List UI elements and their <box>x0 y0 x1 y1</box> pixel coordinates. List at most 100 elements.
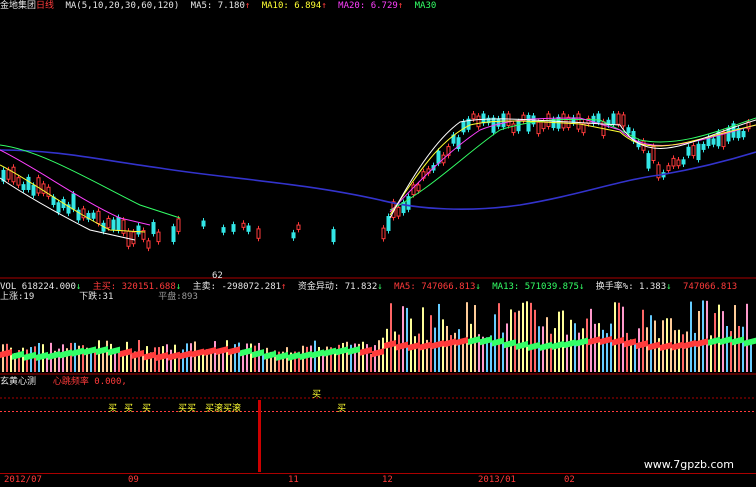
indicator-dot <box>84 411 86 412</box>
indicator-dot <box>412 411 414 412</box>
indicator-dot <box>664 411 666 412</box>
indicator-dot <box>36 411 38 412</box>
candle-body <box>11 166 16 183</box>
candle-body <box>176 218 181 232</box>
candle-body <box>711 138 716 145</box>
axis-label: 02 <box>564 475 575 485</box>
indicator-dot <box>276 411 278 412</box>
volume-bar <box>602 329 604 372</box>
indicator-dot <box>172 411 174 412</box>
volume-bar <box>374 345 376 372</box>
indicator-dot <box>396 411 398 412</box>
indicator-dot <box>96 411 98 412</box>
indicator-dot <box>120 411 122 412</box>
indicator-dot <box>196 411 198 412</box>
indicator-dot <box>500 411 502 412</box>
volume-bar <box>34 346 36 372</box>
volume-bar <box>70 342 72 372</box>
fund-value: 71.832 <box>344 282 378 292</box>
indicator-dot <box>160 411 162 412</box>
arrow-down-icon: ↓ <box>75 282 82 292</box>
indicator-param-label: 心跳频率 <box>52 377 89 387</box>
indicator-dot <box>444 411 446 412</box>
arrow-down-icon: ↓ <box>666 282 672 292</box>
volume-bar <box>422 307 424 372</box>
volume-bar <box>438 303 440 372</box>
indicator-dot <box>620 411 622 412</box>
candle-body <box>131 231 136 245</box>
up-value: 19 <box>23 292 35 302</box>
indicator-dot <box>164 411 166 412</box>
indicator-name[interactable]: 玄黄心测 <box>0 377 36 387</box>
indicator-dot <box>544 411 546 412</box>
indicator-dot <box>468 411 470 412</box>
volume-bar <box>726 326 728 372</box>
indicator-dot <box>636 411 638 412</box>
indicator-dot <box>88 411 90 412</box>
indicator-dot <box>384 411 386 412</box>
candle-body <box>576 113 581 130</box>
volume-bar <box>266 347 268 372</box>
indicator-dot <box>568 411 570 412</box>
price-low-label: 62 <box>212 271 223 281</box>
axis-label: 2012/07 <box>4 475 42 485</box>
indicator-dot <box>708 411 710 412</box>
indicator-header: 玄黄心测 心跳频率 0.000, <box>0 377 127 388</box>
candle-body <box>671 157 676 167</box>
candle-body <box>106 217 111 229</box>
time-axis: 2012/07 09 11 12 2013/01 02 <box>0 473 756 487</box>
volume-bar <box>638 328 640 372</box>
indicator-dot <box>688 411 690 412</box>
up-label: 上涨: <box>0 292 24 302</box>
vol-ma13-value: 571039.875 <box>524 282 579 292</box>
indicator-dot <box>748 411 750 412</box>
indicator-dot <box>428 411 430 412</box>
arrow-down-icon: ↓ <box>175 282 182 292</box>
indicator-dot <box>476 411 478 412</box>
indicator-dot <box>484 411 486 412</box>
indicator-dot <box>392 411 394 412</box>
buy-signal-cluster: 买买 <box>178 404 197 414</box>
indicator-dot <box>400 411 402 412</box>
volume-bar <box>586 318 588 372</box>
indicator-dot <box>424 411 426 412</box>
indicator-dot <box>388 411 390 412</box>
volume-bar <box>118 352 120 372</box>
volume-bar <box>534 309 536 372</box>
indicator-dot <box>296 411 298 412</box>
candle-body <box>506 113 511 127</box>
indicator-dot <box>408 411 410 412</box>
volume-bar <box>530 302 532 372</box>
indicator-dot <box>480 411 482 412</box>
indicator-dot <box>100 411 102 412</box>
candle-body <box>246 225 251 232</box>
volume-bar <box>110 343 112 372</box>
indicator-dot <box>656 411 658 412</box>
arrow-down-icon: ↓ <box>475 282 481 292</box>
indicator-dot <box>612 411 614 412</box>
volume-bar <box>362 341 364 372</box>
volume-bar <box>186 343 188 372</box>
fund-label: 资金异动: <box>297 282 340 292</box>
volume-bar <box>626 332 628 372</box>
indicator-dot <box>448 411 450 412</box>
indicator-dot <box>328 411 330 412</box>
indicator-dot <box>92 411 94 412</box>
indicator-dot <box>652 411 654 412</box>
volume-bar <box>682 334 684 372</box>
indicator-dot <box>292 411 294 412</box>
candle-body <box>416 184 421 192</box>
indicator-dot <box>736 411 738 412</box>
indicator-dot <box>152 411 154 412</box>
indicator-dot <box>316 411 318 412</box>
volume-bar <box>386 328 388 372</box>
volume-bar <box>6 343 8 372</box>
indicator-dot <box>48 411 50 412</box>
indicator-dot <box>416 411 418 412</box>
volume-bar <box>610 323 612 372</box>
candle-body <box>501 113 506 128</box>
volume-bar <box>550 333 552 372</box>
candle-body <box>136 225 141 235</box>
candle-body <box>231 224 236 232</box>
volume-bar <box>346 341 348 372</box>
